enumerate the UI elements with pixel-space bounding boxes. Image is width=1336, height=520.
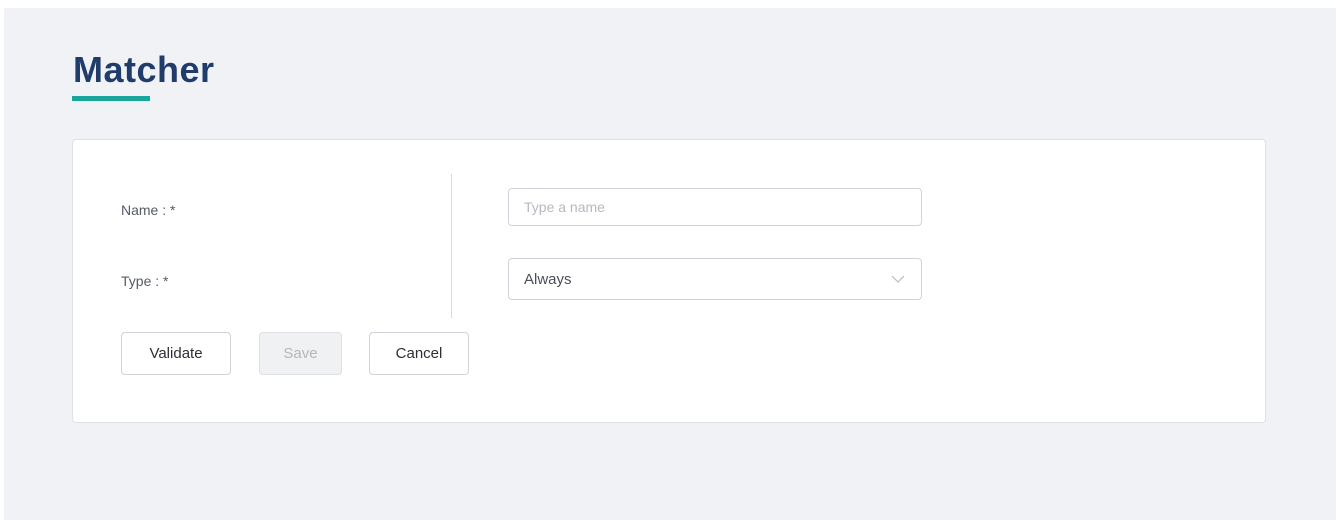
type-select-value: Always — [524, 270, 572, 288]
title-underline — [72, 96, 150, 101]
form-divider — [451, 174, 452, 318]
type-label: Type : * — [121, 273, 169, 289]
page-title: Matcher — [73, 49, 215, 90]
matcher-form-card: Name : * Type : * Always Validate Save C… — [72, 139, 1266, 423]
chevron-down-icon — [890, 274, 906, 284]
name-input[interactable] — [508, 188, 922, 226]
validate-button[interactable]: Validate — [121, 332, 231, 375]
cancel-button[interactable]: Cancel — [369, 332, 469, 375]
type-select[interactable]: Always — [508, 258, 922, 300]
save-button[interactable]: Save — [259, 332, 342, 375]
name-label: Name : * — [121, 202, 176, 218]
